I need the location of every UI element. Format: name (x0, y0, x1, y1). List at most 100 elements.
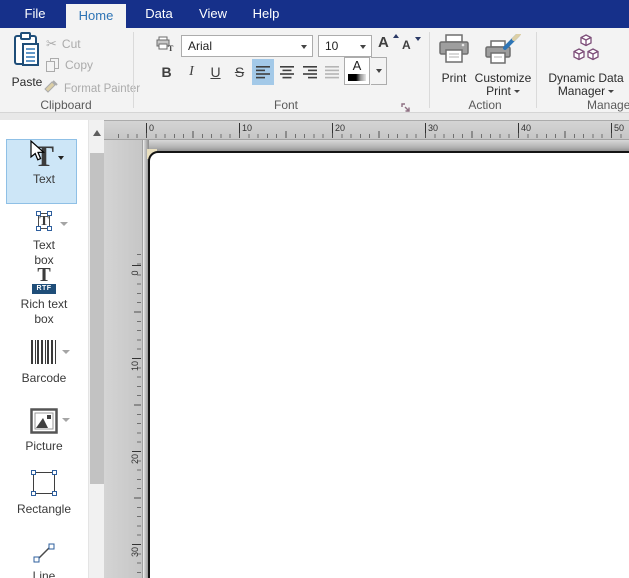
customize-print-label-line2: Print (486, 85, 511, 98)
align-right-button[interactable] (299, 59, 321, 85)
font-color-button[interactable]: A (344, 57, 370, 85)
chevron-down-icon[interactable] (62, 418, 70, 422)
ruler-h-label: 30 (425, 123, 438, 133)
paste-button[interactable]: Paste (6, 32, 48, 89)
tab-help[interactable]: Help (243, 0, 289, 28)
font-size-combo[interactable]: 10 (318, 35, 372, 57)
barcode-tool-icon (31, 340, 57, 364)
paste-icon (12, 32, 42, 73)
toolbox-scrollbar[interactable] (88, 120, 104, 578)
rtf-badge: RTF (32, 284, 56, 294)
picture-tool-icon (30, 423, 58, 437)
rich-text-tool-icon: T (37, 264, 50, 286)
cut-button[interactable]: ✂ Cut (46, 36, 81, 52)
tool-line[interactable]: Line (0, 540, 88, 578)
strikethrough-button[interactable]: S (229, 60, 250, 84)
tool-label: Text (0, 238, 88, 253)
copy-label: Copy (65, 58, 93, 72)
group-separator (536, 32, 537, 108)
tool-barcode[interactable]: Barcode (0, 340, 88, 386)
italic-button[interactable]: I (181, 60, 202, 84)
align-left-button[interactable] (252, 59, 274, 85)
chevron-down-icon (514, 90, 520, 93)
bold-button[interactable]: B (156, 60, 177, 84)
chevron-down-icon (376, 69, 382, 73)
menu-bar: File Home Data View Help (0, 0, 629, 28)
print-icon (438, 34, 470, 69)
align-center-button[interactable] (276, 59, 298, 85)
font-family-combo[interactable]: Arial (181, 35, 313, 57)
rectangle-tool-icon (31, 470, 57, 496)
align-left-icon (255, 65, 271, 79)
format-painter-button[interactable]: Format Painter (44, 80, 140, 97)
clipboard-group-label: Clipboard (18, 98, 114, 112)
shrink-font-letter: A (402, 38, 411, 52)
printer-font-icon: T (156, 36, 174, 57)
ribbon: Paste ✂ Cut Copy Format Painter Clipboar… (0, 28, 629, 113)
svg-text:T: T (168, 44, 174, 52)
font-dialog-launcher[interactable] (401, 100, 411, 110)
chevron-down-icon[interactable] (301, 45, 307, 49)
ruler-v-label: 0 (130, 265, 140, 281)
copy-button[interactable]: Copy (46, 58, 93, 72)
cut-label: Cut (62, 37, 81, 51)
tool-rectangle[interactable]: Rectangle (0, 470, 88, 517)
cut-icon: ✂ (46, 36, 57, 52)
chevron-down-icon[interactable] (360, 45, 366, 49)
ruler-v-label: 10 (130, 358, 140, 374)
dynamic-data-manager-button[interactable]: Dynamic Data Manager (546, 34, 626, 98)
format-painter-icon (44, 80, 59, 97)
scroll-up-icon[interactable] (93, 130, 101, 136)
design-canvas (144, 140, 629, 578)
ruler-h-label: 10 (239, 123, 252, 133)
justify-icon (324, 65, 340, 79)
tool-label: Line (0, 569, 88, 578)
arrow-down-icon (415, 37, 421, 41)
tool-picture[interactable]: Picture (0, 408, 88, 454)
tool-label: box (0, 312, 88, 327)
manage-group-label: Manager (587, 98, 629, 112)
label-design-surface[interactable] (148, 151, 629, 578)
shrink-font-button[interactable]: A (402, 36, 422, 60)
scrollbar-thumb[interactable] (90, 153, 104, 484)
customize-print-icon (485, 34, 521, 69)
tab-view[interactable]: View (191, 0, 235, 28)
ruler-h-label: 20 (332, 123, 345, 133)
print-button[interactable]: Print (436, 34, 472, 85)
ruler-h-label: 40 (518, 123, 531, 133)
chevron-down-icon (608, 90, 614, 93)
mouse-cursor-icon (30, 140, 46, 167)
tool-rich-text-box[interactable]: T RTF Rich text box (0, 266, 88, 327)
tab-file[interactable]: File (12, 0, 58, 28)
paste-label: Paste (12, 76, 43, 89)
dynamic-data-manager-icon (570, 34, 602, 69)
tab-data[interactable]: Data (136, 0, 182, 28)
font-color-dropdown[interactable] (371, 57, 387, 85)
tool-text-box[interactable]: T Text box (0, 212, 88, 268)
arrow-up-icon (393, 34, 399, 38)
ruler-v-label: 30 (130, 544, 140, 560)
text-box-tool-icon: T (31, 212, 57, 238)
format-painter-label: Format Painter (64, 83, 140, 95)
grow-font-button[interactable]: A (378, 34, 398, 58)
print-label: Print (442, 72, 467, 85)
copy-icon (46, 58, 60, 72)
label-designer-window: File Home Data View Help Paste (0, 0, 629, 578)
justify-button[interactable] (321, 59, 343, 85)
tool-label: Rich text (0, 297, 88, 312)
ruler-h-label: 0 (146, 123, 154, 133)
chevron-down-icon[interactable] (58, 156, 64, 160)
chevron-down-icon[interactable] (60, 222, 68, 226)
chevron-down-icon[interactable] (62, 350, 70, 354)
align-right-icon (302, 65, 318, 79)
tool-label: Rectangle (0, 502, 88, 517)
tab-home[interactable]: Home (66, 4, 126, 28)
horizontal-ruler: 0 10 20 30 40 50 (104, 120, 629, 140)
tool-label: Picture (0, 439, 88, 454)
dynamic-data-label-line2: Manager (558, 85, 605, 98)
workspace: T Text T Text box T RTF Rich text (0, 113, 629, 578)
grow-font-letter: A (378, 34, 389, 51)
line-tool-icon (31, 555, 57, 569)
underline-button[interactable]: U (205, 60, 226, 84)
customize-print-button[interactable]: Customize Print (472, 34, 534, 98)
